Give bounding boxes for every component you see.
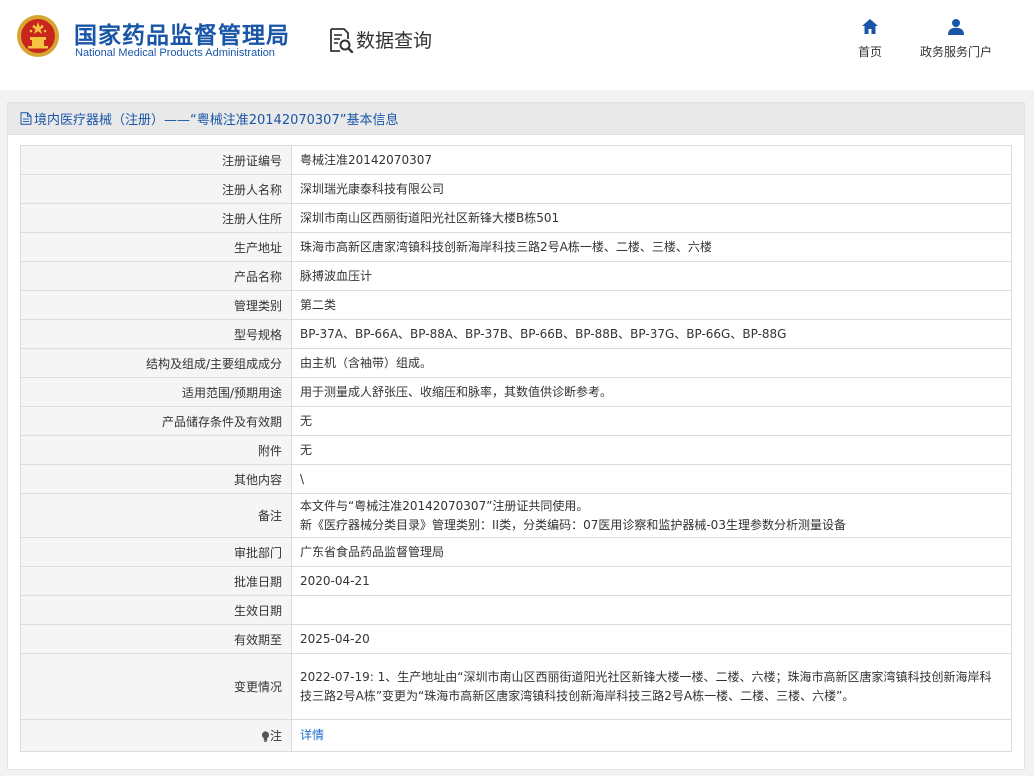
table-row: 批准日期 2020-04-21 bbox=[20, 566, 1012, 596]
lightbulb-icon bbox=[261, 731, 270, 742]
field-value: 广东省食品药品监督管理局 bbox=[291, 537, 1012, 567]
nav-home-label: 首页 bbox=[857, 45, 882, 59]
field-value: \ bbox=[291, 464, 1012, 494]
content-band: 境内医疗器械（注册）——“粤械注准20142070307”基本信息 注册证编号 … bbox=[0, 90, 1034, 776]
field-value: 第二类 bbox=[291, 290, 1012, 320]
remark-line: 新《医疗器械分类目录》管理类别：II类，分类编码：07医用诊察和监护器械-03生… bbox=[300, 517, 846, 532]
field-value: 无 bbox=[291, 406, 1012, 436]
site-logo-subtitle: National Medical Products Administration bbox=[75, 47, 275, 59]
field-label: 其他内容 bbox=[20, 464, 292, 494]
home-icon bbox=[862, 19, 878, 34]
site-logo-title: 国家药品监督管理局 bbox=[74, 23, 290, 49]
field-label: 变更情况 bbox=[20, 653, 292, 720]
table-row: 型号规格 BP-37A、BP-66A、BP-88A、BP-37B、BP-66B、… bbox=[20, 319, 1012, 349]
field-value: 2025-04-20 bbox=[291, 624, 1012, 654]
field-value: 脉搏波血压计 bbox=[291, 261, 1012, 291]
field-value: 深圳市南山区西丽街道阳光社区新锋大楼B栋501 bbox=[291, 203, 1012, 233]
table-row: 附件 无 bbox=[20, 435, 1012, 465]
document-icon bbox=[20, 112, 32, 125]
field-label: 管理类别 bbox=[20, 290, 292, 320]
field-value: 无 bbox=[291, 435, 1012, 465]
field-label: 产品储存条件及有效期 bbox=[20, 406, 292, 436]
table-row: 注册人住所 深圳市南山区西丽街道阳光社区新锋大楼B栋501 bbox=[20, 203, 1012, 233]
field-label: 生效日期 bbox=[20, 595, 292, 625]
table-row: 适用范围/预期用途 用于测量成人舒张压、收缩压和脉率，其数值供诊断参考。 bbox=[20, 377, 1012, 407]
table-row: 产品名称 脉搏波血压计 bbox=[20, 261, 1012, 291]
table-row: 其他内容 \ bbox=[20, 464, 1012, 494]
field-label: 注 bbox=[269, 729, 282, 743]
table-row: 生效日期 bbox=[20, 595, 1012, 625]
field-label: 型号规格 bbox=[20, 319, 292, 349]
nav-service-portal-label: 政务服务门户 bbox=[919, 45, 992, 59]
registration-info-table: 注册证编号 粤械注准20142070307 注册人名称 深圳瑞光康泰科技有限公司… bbox=[20, 145, 1012, 752]
panel-title-bar: 境内医疗器械（注册）——“粤械注准20142070307”基本信息 bbox=[8, 103, 1024, 135]
user-icon bbox=[948, 19, 964, 35]
site-header: 国家药品监督管理局 National Medical Products Admi… bbox=[0, 0, 1034, 90]
field-value: 详情 bbox=[291, 719, 1012, 752]
field-value: 珠海市高新区唐家湾镇科技创新海岸科技三路2号A栋一楼、二楼、三楼、六楼 bbox=[291, 232, 1012, 262]
field-value: 2022-07-19: 1、生产地址由“深圳市南山区西丽街道阳光社区新锋大楼一楼… bbox=[291, 653, 1012, 720]
detail-panel: 境内医疗器械（注册）——“粤械注准20142070307”基本信息 注册证编号 … bbox=[7, 102, 1025, 770]
note-label-cell: 注 bbox=[20, 719, 292, 752]
table-row: 管理类别 第二类 bbox=[20, 290, 1012, 320]
field-label: 批准日期 bbox=[20, 566, 292, 596]
table-row: 生产地址 珠海市高新区唐家湾镇科技创新海岸科技三路2号A栋一楼、二楼、三楼、六楼 bbox=[20, 232, 1012, 262]
field-label: 有效期至 bbox=[20, 624, 292, 654]
table-row: 审批部门 广东省食品药品监督管理局 bbox=[20, 537, 1012, 567]
nav-service-portal[interactable]: 政务服务门户 bbox=[918, 18, 994, 60]
field-value: 2020-04-21 bbox=[291, 566, 1012, 596]
field-value: 深圳瑞光康泰科技有限公司 bbox=[291, 174, 1012, 204]
field-value bbox=[291, 595, 1012, 625]
field-label: 审批部门 bbox=[20, 537, 292, 567]
field-label: 注册人名称 bbox=[20, 174, 292, 204]
details-link[interactable]: 详情 bbox=[300, 728, 324, 742]
field-value: BP-37A、BP-66A、BP-88A、BP-37B、BP-66B、BP-88… bbox=[291, 319, 1012, 349]
document-search-icon bbox=[330, 27, 354, 53]
field-value: 粤械注准20142070307 bbox=[291, 145, 1012, 175]
field-label: 注册证编号 bbox=[20, 145, 292, 175]
field-label: 注册人住所 bbox=[20, 203, 292, 233]
field-value: 用于测量成人舒张压、收缩压和脉率，其数值供诊断参考。 bbox=[291, 377, 1012, 407]
table-row: 有效期至 2025-04-20 bbox=[20, 624, 1012, 654]
table-row: 结构及组成/主要组成成分 由主机（含袖带）组成。 bbox=[20, 348, 1012, 378]
field-value: 由主机（含袖带）组成。 bbox=[291, 348, 1012, 378]
national-emblem-icon bbox=[17, 15, 59, 57]
table-row: 注 详情 bbox=[20, 719, 1012, 752]
table-row: 产品储存条件及有效期 无 bbox=[20, 406, 1012, 436]
panel-title: 境内医疗器械（注册）——“粤械注准20142070307”基本信息 bbox=[34, 113, 399, 128]
field-label: 结构及组成/主要组成成分 bbox=[20, 348, 292, 378]
table-row: 注册证编号 粤械注准20142070307 bbox=[20, 145, 1012, 175]
nav-home[interactable]: 首页 bbox=[857, 18, 883, 60]
remark-line: 本文件与“粤械注准20142070307”注册证共同使用。 bbox=[300, 498, 589, 513]
field-label: 产品名称 bbox=[20, 261, 292, 291]
field-label: 适用范围/预期用途 bbox=[20, 377, 292, 407]
data-query-label: 数据查询 bbox=[356, 30, 433, 52]
field-label: 附件 bbox=[20, 435, 292, 465]
field-value: 本文件与“粤械注准20142070307”注册证共同使用。 新《医疗器械分类目录… bbox=[291, 493, 1012, 538]
data-query-heading: 数据查询 bbox=[328, 26, 432, 53]
field-label: 备注 bbox=[20, 493, 292, 538]
table-row: 注册人名称 深圳瑞光康泰科技有限公司 bbox=[20, 174, 1012, 204]
table-row: 变更情况 2022-07-19: 1、生产地址由“深圳市南山区西丽街道阳光社区新… bbox=[20, 653, 1012, 720]
table-row: 备注 本文件与“粤械注准20142070307”注册证共同使用。 新《医疗器械分… bbox=[20, 493, 1012, 538]
field-label: 生产地址 bbox=[20, 232, 292, 262]
